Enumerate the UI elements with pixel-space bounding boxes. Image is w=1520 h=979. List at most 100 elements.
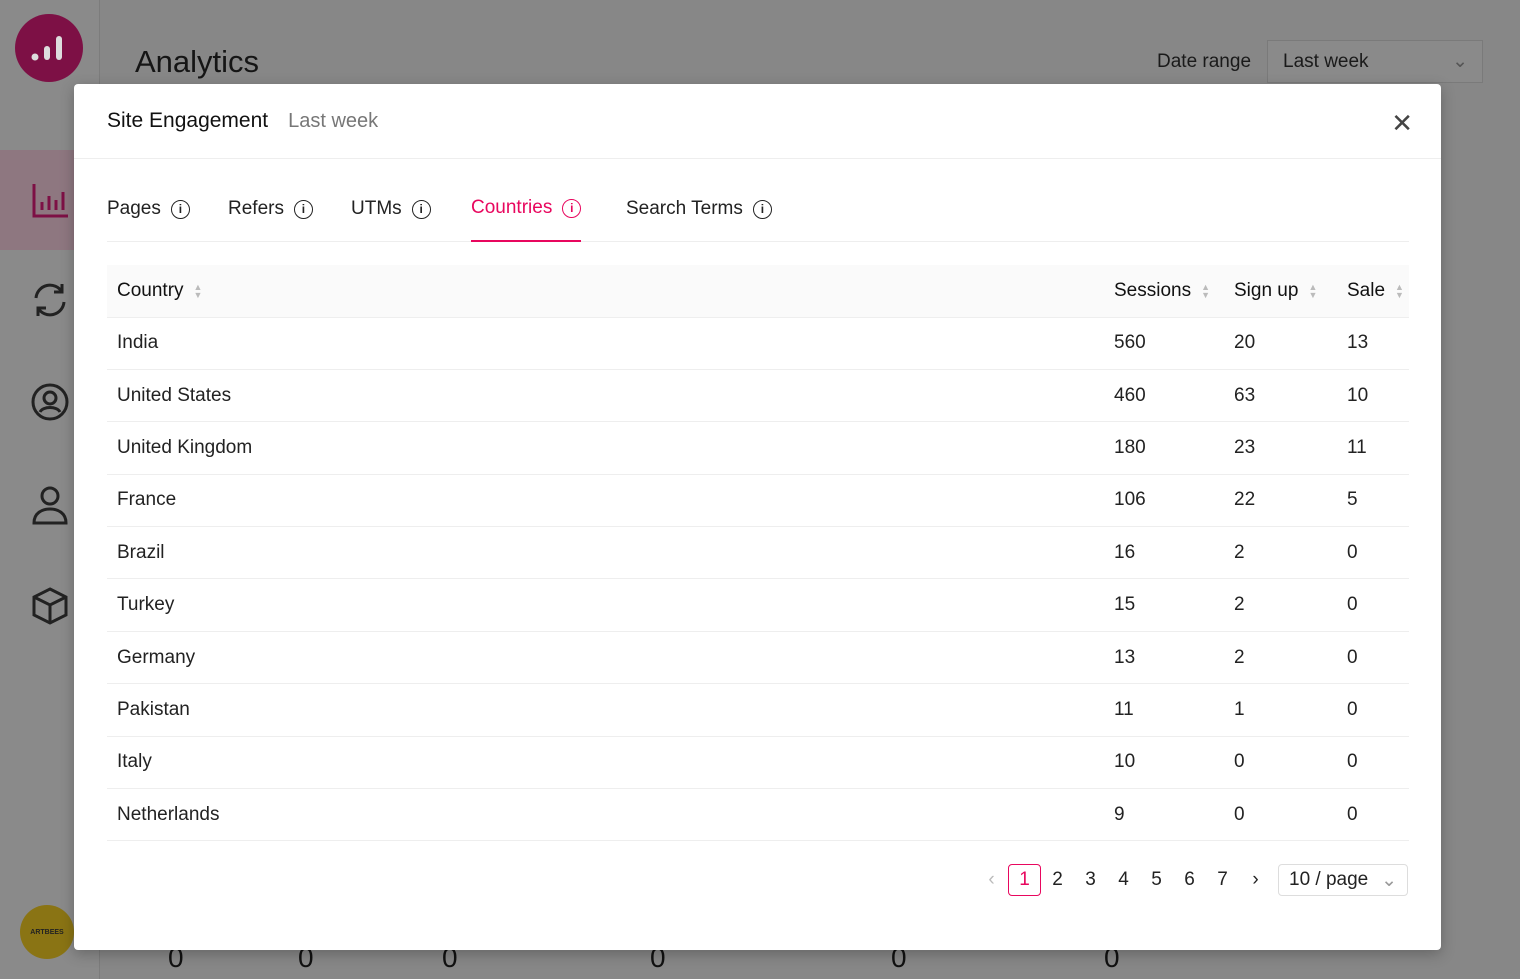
table-row: United Kingdom 180 23 11 <box>107 421 1409 475</box>
column-label: Sessions <box>1114 279 1192 301</box>
next-page-icon[interactable]: › <box>1239 864 1272 896</box>
cell-sessions: 11 <box>1104 683 1224 737</box>
cell-country: India <box>107 317 1104 370</box>
table-row: Netherlands 9 0 0 <box>107 788 1409 842</box>
pagination: ‹ 1234567 › 10 / page ⌄ <box>975 864 1408 896</box>
tab-label: Countries <box>471 197 553 218</box>
page-5[interactable]: 5 <box>1140 864 1173 896</box>
close-icon[interactable]: ✕ <box>1391 108 1413 139</box>
bar-chart-logo-icon <box>31 36 62 61</box>
cell-country: France <box>107 474 1104 528</box>
cell-sessions: 460 <box>1104 369 1224 423</box>
info-icon[interactable]: i <box>170 199 190 219</box>
tab-countries[interactable]: Countries i <box>471 184 582 242</box>
prev-page-icon[interactable]: ‹ <box>975 864 1008 896</box>
sort-icon[interactable]: ▲ ▼ <box>194 282 203 299</box>
cell-sign-up: 23 <box>1224 421 1337 475</box>
sort-icon[interactable]: ▲ ▼ <box>1201 282 1210 299</box>
table-header-row: Country ▲ ▼ Sessions ▲ ▼ Sign up ▲ ▼ Sale ▲ ▼ <box>107 265 1409 318</box>
page-3[interactable]: 3 <box>1074 864 1107 896</box>
avatar[interactable]: ARTBEES <box>20 905 74 959</box>
page-4[interactable]: 4 <box>1107 864 1140 896</box>
tab-bar: Pages i Refers i UTMs i Countries i Search T… <box>107 184 1409 242</box>
date-range-label: Date range <box>1157 51 1252 72</box>
cell-sale: 0 <box>1337 683 1409 737</box>
cell-sessions: 13 <box>1104 631 1224 685</box>
cell-sign-up: 1 <box>1224 683 1337 737</box>
cell-country: United States <box>107 369 1104 423</box>
cell-sign-up: 0 <box>1224 788 1337 842</box>
cell-sign-up: 22 <box>1224 474 1337 528</box>
info-icon[interactable]: i <box>411 199 431 219</box>
page-2[interactable]: 2 <box>1041 864 1074 896</box>
table-row: Turkey 15 2 0 <box>107 578 1409 632</box>
cell-sessions: 16 <box>1104 526 1224 580</box>
table-row: Italy 10 0 0 <box>107 736 1409 790</box>
cell-country: Netherlands <box>107 788 1104 842</box>
cell-sign-up: 2 <box>1224 578 1337 632</box>
app-logo[interactable] <box>15 14 83 82</box>
user-icon <box>32 486 68 525</box>
date-range-value: Last week <box>1283 51 1369 72</box>
table-row: India 560 20 13 <box>107 317 1409 370</box>
chevron-down-icon: ⌄ <box>1381 869 1397 891</box>
cell-sign-up: 2 <box>1224 631 1337 685</box>
cell-country: Pakistan <box>107 683 1104 737</box>
cell-sessions: 560 <box>1104 317 1224 370</box>
cell-sign-up: 63 <box>1224 369 1337 423</box>
chevron-down-icon: ⌄ <box>1452 51 1468 72</box>
cell-sale: 5 <box>1337 474 1409 528</box>
table-row: France 106 22 5 <box>107 474 1409 528</box>
cell-sessions: 10 <box>1104 736 1224 790</box>
cell-sale: 0 <box>1337 578 1409 632</box>
tab-label: Search Terms <box>626 198 743 219</box>
sort-icon[interactable]: ▲ ▼ <box>1395 282 1404 299</box>
table-row: Pakistan 11 1 0 <box>107 683 1409 737</box>
cell-country: Brazil <box>107 526 1104 580</box>
page-size-select[interactable]: 10 / page ⌄ <box>1278 864 1408 896</box>
cell-sign-up: 0 <box>1224 736 1337 790</box>
table-row: Brazil 16 2 0 <box>107 526 1409 580</box>
cell-sale: 0 <box>1337 631 1409 685</box>
date-range-select[interactable]: Last week ⌄ <box>1267 40 1483 83</box>
sync-icon <box>34 283 66 317</box>
info-icon[interactable]: i <box>752 199 772 219</box>
column-country[interactable]: Country ▲ ▼ <box>107 265 1104 318</box>
page-1[interactable]: 1 <box>1008 864 1041 896</box>
cell-sessions: 9 <box>1104 788 1224 842</box>
column-sale[interactable]: Sale ▲ ▼ <box>1337 265 1409 318</box>
cell-country: Turkey <box>107 578 1104 632</box>
column-sessions[interactable]: Sessions ▲ ▼ <box>1104 265 1224 318</box>
cell-sale: 10 <box>1337 369 1409 423</box>
analytics-icon <box>32 184 68 218</box>
tab-refers[interactable]: Refers i <box>228 184 313 242</box>
page-title: Analytics <box>135 44 260 79</box>
info-icon[interactable]: i <box>562 198 582 218</box>
cell-sessions: 180 <box>1104 421 1224 475</box>
page-6[interactable]: 6 <box>1173 864 1206 896</box>
page-7[interactable]: 7 <box>1206 864 1239 896</box>
tab-search-terms[interactable]: Search Terms i <box>626 184 772 242</box>
cell-sale: 0 <box>1337 788 1409 842</box>
sort-icon[interactable]: ▲ ▼ <box>1308 282 1317 299</box>
cell-sale: 13 <box>1337 317 1409 370</box>
cell-sign-up: 2 <box>1224 526 1337 580</box>
tab-utms[interactable]: UTMs i <box>351 184 431 242</box>
modal-header: Site Engagement Last week <box>74 84 1441 159</box>
cell-sale: 0 <box>1337 526 1409 580</box>
column-label: Country <box>117 279 184 301</box>
tab-label: Refers <box>228 198 284 219</box>
modal-title: Site Engagement <box>107 109 269 132</box>
cell-sale: 0 <box>1337 736 1409 790</box>
user-circle-icon <box>31 383 69 421</box>
column-sign-up[interactable]: Sign up ▲ ▼ <box>1224 265 1337 318</box>
info-icon[interactable]: i <box>293 199 313 219</box>
cell-sign-up: 20 <box>1224 317 1337 370</box>
column-label: Sign up <box>1234 279 1299 301</box>
table-row: Germany 13 2 0 <box>107 631 1409 685</box>
tab-label: Pages <box>107 198 161 219</box>
tab-pages[interactable]: Pages i <box>107 184 190 242</box>
countries-table: Country ▲ ▼ Sessions ▲ ▼ Sign up ▲ ▼ Sale ▲ ▼ In… <box>107 265 1409 842</box>
cell-country: United Kingdom <box>107 421 1104 475</box>
tab-label: UTMs <box>351 198 402 219</box>
